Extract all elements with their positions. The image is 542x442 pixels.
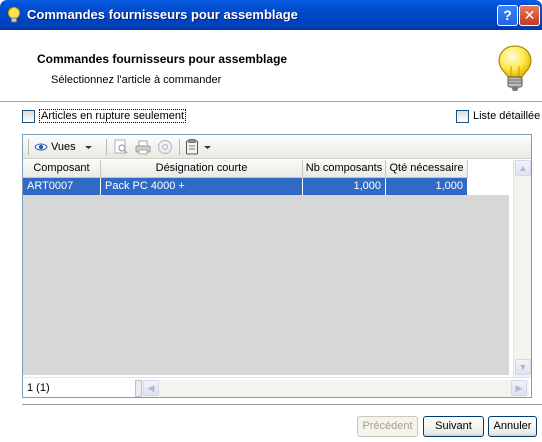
scroll-left-button[interactable]: ◀ [143,380,159,396]
data-grid: Vues Composant Désignation courte Nb com… [22,134,532,398]
toolbar-separator [179,139,180,155]
chevron-down-icon [84,145,92,149]
header-subtitle: Sélectionnez l'article à commander [51,74,222,86]
grid-toolbar: Vues [23,135,531,159]
cell-composant[interactable]: ART0007 [23,178,101,195]
clipboard-icon [186,139,198,155]
column-header-designation[interactable]: Désignation courte [101,160,303,178]
lightbulb-icon [8,7,20,23]
help-button[interactable]: ? [497,5,518,26]
vues-button[interactable]: Vues [34,139,93,155]
table-header: Composant Désignation courte Nb composan… [23,160,468,178]
detail-option[interactable]: Liste détaillée [456,108,540,124]
email-icon [157,139,173,155]
window-title: Commandes fournisseurs pour assemblage [27,7,298,22]
title-bar[interactable]: Commandes fournisseurs pour assemblage ?… [0,0,542,30]
rupture-checkbox[interactable] [22,109,35,123]
vues-label: Vues [51,141,76,153]
column-header-composant[interactable]: Composant [23,160,101,178]
close-button[interactable]: ✕ [519,5,540,26]
preview-button[interactable] [113,139,129,155]
eye-icon [34,143,48,151]
rupture-option[interactable]: Articles en rupture seulement [22,108,187,124]
rupture-checkbox-label[interactable]: Articles en rupture seulement [39,109,187,123]
cell-designation[interactable]: Pack PC 4000 + [101,178,303,195]
toolbar-separator [28,139,29,155]
scroll-down-button[interactable]: ▼ [515,359,531,375]
preview-icon [114,139,128,154]
cell-qte-necessaire[interactable]: 1,000 [386,178,468,195]
column-header-nb-composants[interactable]: Nb composants [303,160,386,178]
grid-statusbar: 1 (1) ◀ ▶ [23,377,531,397]
toolbar-separator [106,139,107,155]
lightbulb-icon [498,45,532,91]
vertical-scrollbar[interactable]: ▲ ▼ [513,160,531,377]
table-row[interactable]: ART0007 Pack PC 4000 + 1,000 1,000 [23,178,468,195]
scroll-up-button[interactable]: ▲ [515,160,531,176]
print-icon [135,140,151,155]
header-title: Commandes fournisseurs pour assemblage [37,52,288,66]
horizontal-scroll-thumb[interactable] [135,380,142,397]
detail-checkbox[interactable] [456,109,469,123]
header-separator [0,101,542,102]
cancel-button[interactable]: Annuler [488,416,537,437]
email-button[interactable] [157,139,173,155]
detail-checkbox-label[interactable]: Liste détaillée [473,110,540,122]
horizontal-scrollbar[interactable]: ◀ ▶ [135,380,529,397]
column-header-qte-necessaire[interactable]: Qté nécessaire [386,160,468,178]
scroll-right-button[interactable]: ▶ [511,380,527,396]
row-count: 1 (1) [27,382,50,394]
cell-nb-composants[interactable]: 1,000 [303,178,386,195]
footer-separator [22,404,542,405]
next-button[interactable]: Suivant [423,416,484,437]
chevron-down-icon [204,145,211,149]
previous-button[interactable]: Précédent [357,416,418,437]
grid-empty-area [23,195,509,375]
dialog-window: Commandes fournisseurs pour assemblage ?… [0,0,542,442]
print-button[interactable] [135,139,151,155]
clipboard-button[interactable] [185,139,212,155]
